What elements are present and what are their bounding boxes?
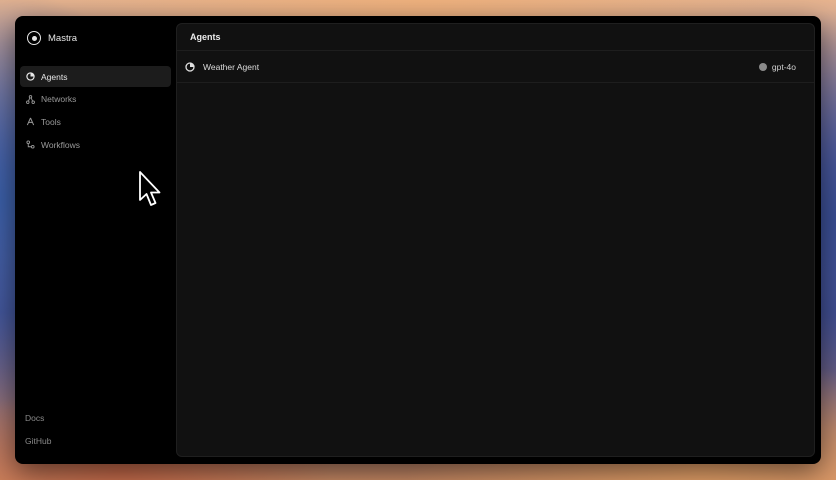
network-icon (26, 94, 35, 104)
github-link[interactable]: GitHub (25, 430, 51, 453)
mouse-pointer-icon (139, 171, 161, 206)
model-badge: gpt-4o (758, 61, 796, 72)
sidebar-item-label: Workflows (41, 139, 81, 150)
docs-link[interactable]: Docs (25, 407, 51, 430)
sidebar-footer: Docs GitHub (25, 407, 51, 452)
sidebar-nav: Agents Networks Tools Workflows (20, 66, 171, 155)
agent-name: Weather Agent (203, 61, 260, 72)
page-header: Agents (177, 24, 814, 51)
agent-icon (185, 61, 195, 72)
sidebar-item-label: Tools (41, 116, 61, 127)
openai-icon (758, 62, 767, 71)
brand-name: Mastra (48, 32, 78, 44)
table-row[interactable]: Weather Agent gpt-4o (177, 51, 814, 83)
page-title: Agents (190, 32, 221, 42)
brand[interactable]: Mastra (20, 16, 171, 60)
sidebar-item-networks[interactable]: Networks (20, 89, 171, 110)
tools-icon (26, 117, 35, 126)
sidebar-item-workflows[interactable]: Workflows (20, 134, 171, 155)
sidebar-item-tools[interactable]: Tools (20, 111, 171, 132)
main-panel: Agents Weather Agent gpt-4o (176, 23, 815, 457)
sidebar-item-label: Networks (41, 94, 77, 105)
app-window: Mastra Agents Networks Tools Workflows D… (15, 16, 821, 464)
sidebar-item-label: Agents (41, 71, 68, 82)
agent-icon (26, 72, 35, 81)
workflow-icon (26, 140, 35, 149)
model-name: gpt-4o (771, 61, 796, 72)
mastra-logo-icon (27, 31, 41, 45)
sidebar-item-agents[interactable]: Agents (20, 66, 171, 87)
sidebar: Mastra Agents Networks Tools Workflows D… (15, 16, 176, 464)
